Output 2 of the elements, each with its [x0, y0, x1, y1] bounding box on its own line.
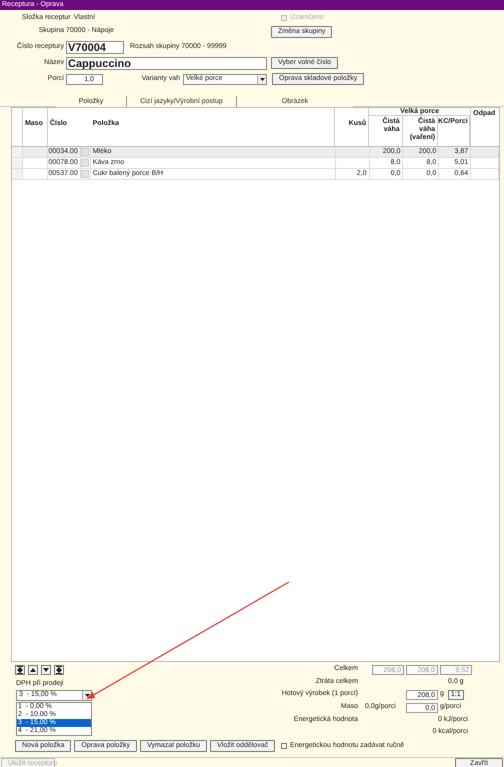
name-field[interactable]: Cappuccino	[66, 56, 267, 70]
number-field[interactable]: V70004	[66, 40, 124, 54]
